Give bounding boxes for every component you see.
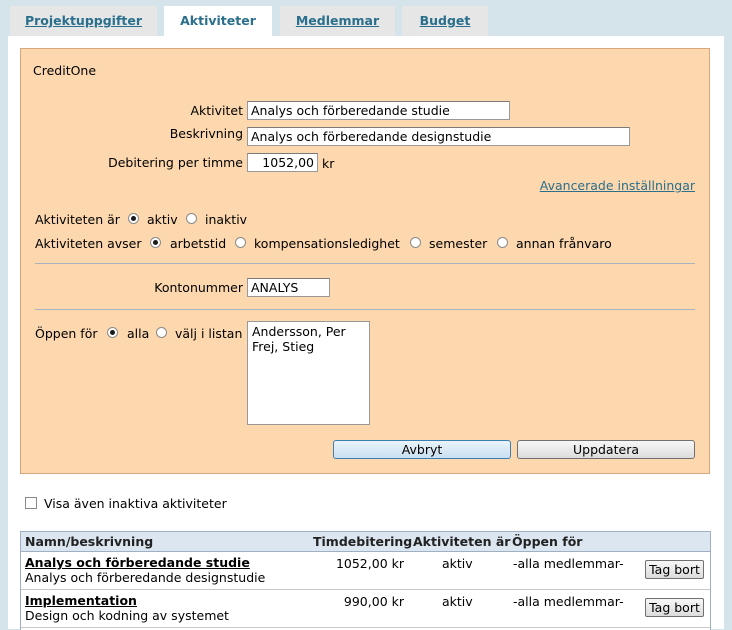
type-semester-label: semester [429,236,488,251]
cancel-button[interactable]: Avbryt [333,440,511,459]
tab-projektuppgifter[interactable]: Projektuppgifter [10,6,157,36]
show-inactive-checkbox[interactable] [25,497,37,509]
tab-budget[interactable]: Budget [402,6,488,36]
activity-description: Design och kodning av systemet [25,608,229,623]
table-header: Namn/beskrivning Timdebitering Aktivitet… [21,532,710,552]
status-aktiv-label: aktiv [147,212,178,227]
tab-medlemmar[interactable]: Medlemmar [280,6,395,36]
activity-form-panel: CreditOne Aktivitet Beskrivning Debiteri… [20,48,710,474]
description-label: Beskrivning [169,126,243,141]
type-arbetstid-radio[interactable] [150,237,161,248]
activity-open-for: -alla medlemmar- [513,556,624,571]
main-content: CreditOne Aktivitet Beskrivning Debiteri… [8,36,724,630]
remove-button[interactable]: Tag bort [645,598,704,617]
company-name: CreditOne [33,63,97,78]
activity-name-link[interactable]: Implementation [25,593,137,608]
rate-input[interactable] [247,153,318,172]
advanced-settings-link[interactable]: Avancerade inställningar [540,178,695,193]
table-row: Analys och förberedande studie Analys oc… [21,552,710,590]
list-item[interactable]: Frej, Stieg [252,339,365,354]
header-status: Aktiviteten är [413,534,511,549]
description-input[interactable] [247,127,630,146]
member-listbox[interactable]: Andersson, Per Frej, Stieg [247,321,370,425]
header-rate: Timdebitering [313,534,413,549]
status-inaktiv-radio[interactable] [186,213,197,224]
status-label: Aktiviteten är [35,212,120,227]
activity-rate: 1052,00 kr [335,556,404,571]
open-alla-label: alla [127,326,150,341]
header-open: Öppen för [512,534,583,549]
activity-label: Aktivitet [190,103,243,118]
rate-label: Debitering per timme [108,155,243,170]
list-item[interactable]: Andersson, Per [252,324,365,339]
show-inactive-label: Visa även inaktiva aktiviteter [44,496,227,511]
table-row: Implementation Design och kodning av sys… [21,590,710,628]
divider [35,263,695,264]
status-aktiv-radio[interactable] [128,213,139,224]
header-name: Namn/beskrivning [25,534,154,549]
open-valj-label: välj i listan [175,326,243,341]
divider [35,309,695,310]
remove-button[interactable]: Tag bort [645,560,704,579]
account-label: Kontonummer [154,280,243,295]
status-inaktiv-label: inaktiv [205,212,248,227]
type-arbetstid-label: arbetstid [170,236,227,251]
activity-status: aktiv [442,594,473,609]
type-annan-label: annan frånvaro [516,236,612,251]
type-kompensation-label: kompensationsledighet [254,236,400,251]
type-annan-radio[interactable] [497,237,508,248]
open-alla-radio[interactable] [107,327,118,338]
type-semester-radio[interactable] [410,237,421,248]
tab-bar: Projektuppgifter Aktiviteter Medlemmar B… [0,0,732,36]
tab-aktiviteter[interactable]: Aktiviteter [164,6,272,36]
open-valj-radio[interactable] [156,327,167,338]
activity-description: Analys och förberedande designstudie [25,570,266,585]
account-input[interactable] [247,278,330,297]
activities-table: Namn/beskrivning Timdebitering Aktivitet… [20,531,711,630]
activity-rate: 990,00 kr [343,594,404,609]
activity-input[interactable] [247,101,510,120]
type-kompensation-radio[interactable] [235,237,246,248]
activity-status: aktiv [442,556,473,571]
update-button[interactable]: Uppdatera [517,440,695,459]
activity-name-link[interactable]: Analys och förberedande studie [25,555,250,570]
rate-unit: kr [322,156,335,171]
activity-open-for: -alla medlemmar- [513,594,624,609]
type-label: Aktiviteten avser [35,236,142,251]
open-for-label: Öppen för [35,326,98,341]
